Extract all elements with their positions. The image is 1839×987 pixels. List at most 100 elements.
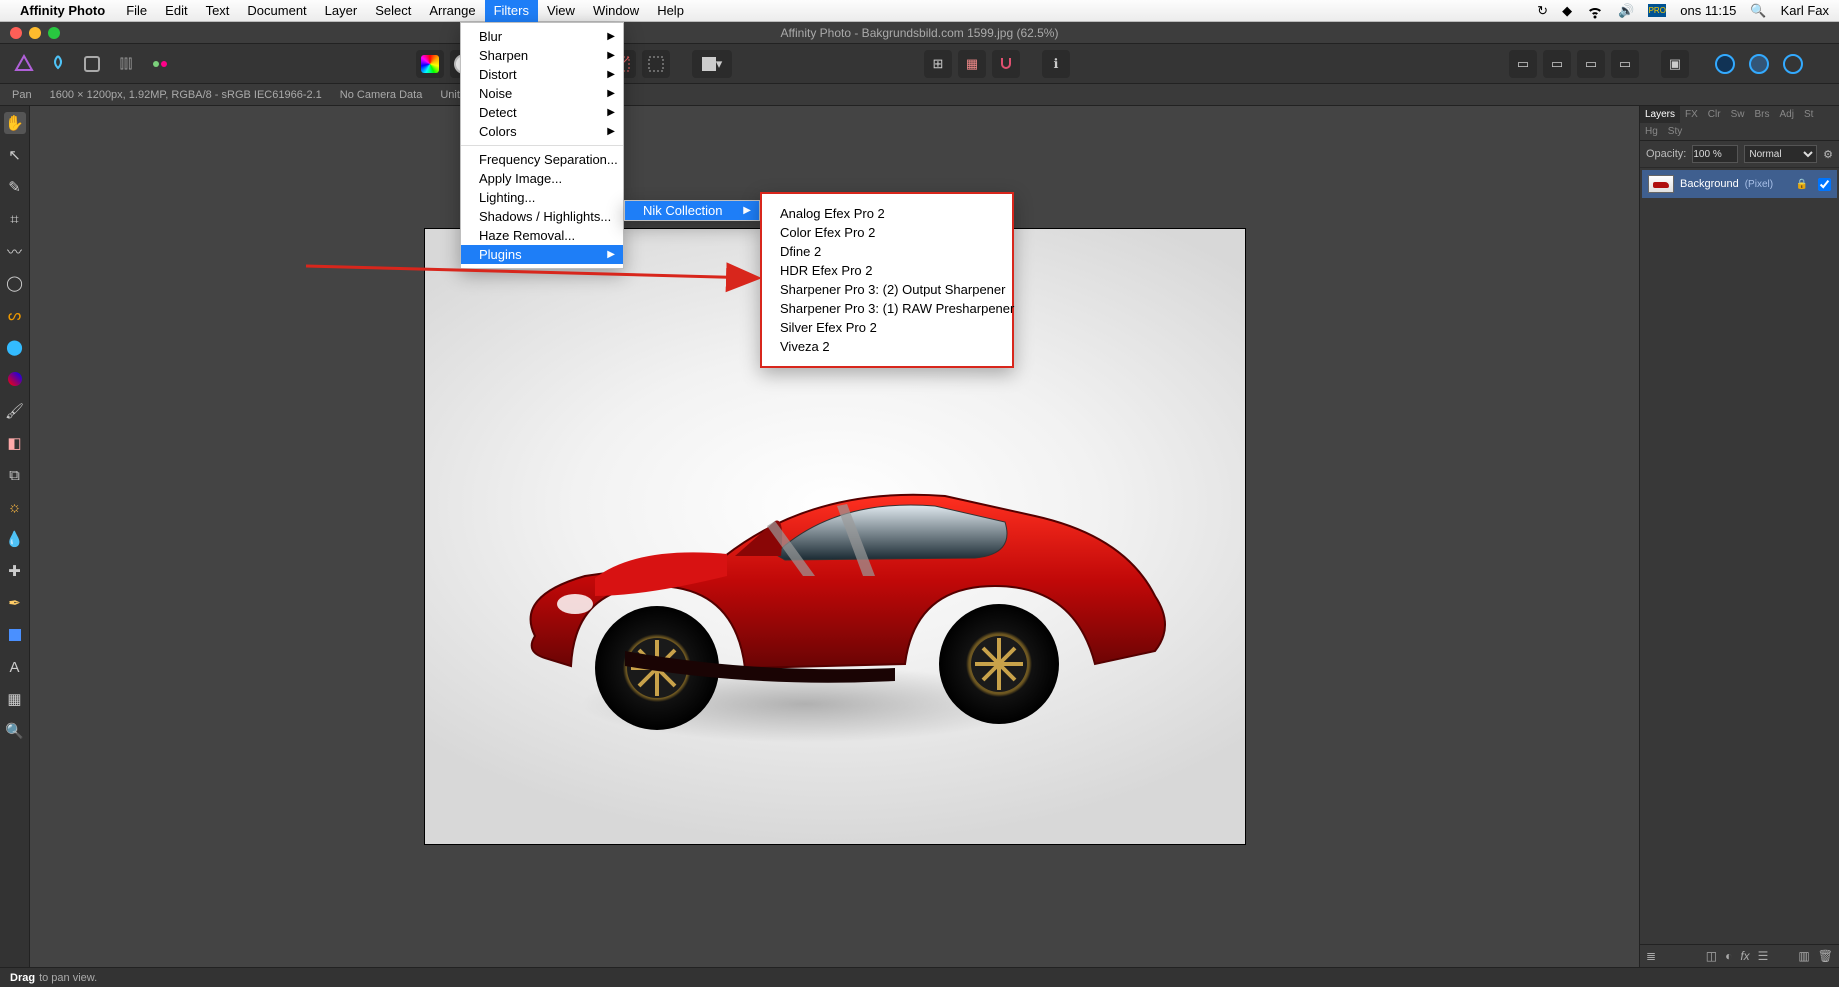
plugins-nik[interactable]: Nik Collection▶ <box>625 201 759 220</box>
zoom-window-button[interactable] <box>48 27 60 39</box>
clock-text[interactable]: ons 11:15 <box>1680 3 1736 18</box>
menu-document[interactable]: Document <box>238 0 315 22</box>
persona-tone-icon[interactable]: ⫿⫿⫿ <box>112 50 140 78</box>
studio-toggle-3-icon[interactable] <box>1779 50 1807 78</box>
heal-tool-icon[interactable]: ✚ <box>4 560 26 582</box>
filters-colors[interactable]: Colors▶ <box>461 122 623 141</box>
layer-group-icon[interactable]: ≣ <box>1646 949 1656 963</box>
menu-edit[interactable]: Edit <box>156 0 196 22</box>
delete-layer-icon[interactable]: 🗑 <box>1818 949 1833 963</box>
tab-adj[interactable]: Adj <box>1774 106 1798 123</box>
tab-sw[interactable]: Sw <box>1726 106 1750 123</box>
flag-icon[interactable]: PRO <box>1648 4 1666 17</box>
filters-sharpen[interactable]: Sharpen▶ <box>461 46 623 65</box>
filters-distort[interactable]: Distort▶ <box>461 65 623 84</box>
lock-icon[interactable]: 🔒 <box>1796 179 1808 190</box>
add-fx-icon[interactable]: fx <box>1740 949 1749 963</box>
menu-window[interactable]: Window <box>584 0 648 22</box>
menu-text[interactable]: Text <box>197 0 239 22</box>
spotlight-icon[interactable]: 🔍 <box>1750 3 1766 19</box>
rectangle-tool-icon[interactable] <box>4 624 26 646</box>
studio-toggle-1-icon[interactable] <box>1711 50 1739 78</box>
layer-opts-icon[interactable]: ☰ <box>1758 949 1769 963</box>
menu-layer[interactable]: Layer <box>316 0 367 22</box>
autolevels-button[interactable] <box>416 50 444 78</box>
menu-help[interactable]: Help <box>648 0 693 22</box>
tab-st[interactable]: St <box>1799 106 1818 123</box>
filters-shadows[interactable]: Shadows / Highlights... <box>461 207 623 226</box>
nik-sharp-out[interactable]: Sharpener Pro 3: (2) Output Sharpener <box>762 280 1012 299</box>
quickmask-button[interactable]: ▾ <box>692 50 732 78</box>
nik-dfine[interactable]: Dfine 2 <box>762 242 1012 261</box>
smudge-tool-icon[interactable]: 💧 <box>4 528 26 550</box>
layer-row[interactable]: Background (Pixel) 🔒 <box>1642 170 1837 198</box>
user-name[interactable]: Karl Fax <box>1781 3 1829 18</box>
close-window-button[interactable] <box>10 27 22 39</box>
filters-haze[interactable]: Haze Removal... <box>461 226 623 245</box>
add-adjust-icon[interactable]: ◐ <box>1725 949 1732 963</box>
clone-tool-icon[interactable]: ⧉ <box>4 464 26 486</box>
app-menu[interactable]: Affinity Photo <box>20 3 105 18</box>
filters-detect[interactable]: Detect▶ <box>461 103 623 122</box>
menu-file[interactable]: File <box>117 0 156 22</box>
mesh-tool-icon[interactable]: ▦ <box>4 688 26 710</box>
filters-applyimg[interactable]: Apply Image... <box>461 169 623 188</box>
text-tool-icon[interactable]: A <box>4 656 26 678</box>
arrange-forward-icon[interactable]: ▭ <box>1577 50 1605 78</box>
erase-tool-icon[interactable]: ◧ <box>4 432 26 454</box>
flood-tool-icon[interactable]: ⬤ <box>4 336 26 358</box>
tab-clr[interactable]: Clr <box>1703 106 1726 123</box>
persona-export-icon[interactable] <box>146 50 174 78</box>
tab-brs[interactable]: Brs <box>1749 106 1774 123</box>
window-controls[interactable] <box>0 27 60 39</box>
move-tool-icon[interactable]: ↖ <box>4 144 26 166</box>
selectionbrush-tool-icon[interactable]: 〰 <box>4 240 26 262</box>
opacity-field[interactable] <box>1692 145 1738 163</box>
hand-tool-icon[interactable]: ✋ <box>4 112 26 134</box>
dodge-tool-icon[interactable]: ☼ <box>4 496 26 518</box>
pen-tool-icon[interactable]: ✒ <box>4 592 26 614</box>
freehand-tool-icon[interactable]: ᔕ <box>4 304 26 326</box>
studio-toggle-2-icon[interactable] <box>1745 50 1773 78</box>
filters-plugins[interactable]: Plugins▶ <box>461 245 623 264</box>
nik-colorefex[interactable]: Color Efex Pro 2 <box>762 223 1012 242</box>
gradient-tool-icon[interactable] <box>4 368 26 390</box>
marquee-tool-icon[interactable]: ◯ <box>4 272 26 294</box>
nik-viveza[interactable]: Viveza 2 <box>762 337 1012 356</box>
snap-icon[interactable]: ▦ <box>958 50 986 78</box>
persona-liquify-icon[interactable] <box>44 50 72 78</box>
tab-sty[interactable]: Sty <box>1663 123 1687 140</box>
arrange-front-icon[interactable]: ▭ <box>1611 50 1639 78</box>
filters-noise[interactable]: Noise▶ <box>461 84 623 103</box>
blendmode-select[interactable]: Normal <box>1744 145 1817 163</box>
filters-lighting[interactable]: Lighting... <box>461 188 623 207</box>
minimize-window-button[interactable] <box>29 27 41 39</box>
wifi-icon[interactable] <box>1586 2 1604 20</box>
nik-sharp-raw[interactable]: Sharpener Pro 3: (1) RAW Presharpener <box>762 299 1012 318</box>
volume-icon[interactable]: 🔊 <box>1618 3 1634 19</box>
nik-hdrefex[interactable]: HDR Efex Pro 2 <box>762 261 1012 280</box>
menu-filters[interactable]: Filters <box>485 0 538 22</box>
dropbox-icon[interactable]: ◆ <box>1562 3 1572 19</box>
crop-tool-icon[interactable]: ⌗ <box>4 208 26 230</box>
tab-fx[interactable]: FX <box>1680 106 1703 123</box>
nik-silver[interactable]: Silver Efex Pro 2 <box>762 318 1012 337</box>
tab-hg[interactable]: Hg <box>1640 123 1663 140</box>
selection-invert-icon[interactable] <box>642 50 670 78</box>
tab-layers[interactable]: Layers <box>1640 106 1680 123</box>
menu-view[interactable]: View <box>538 0 584 22</box>
filters-blur[interactable]: Blur▶ <box>461 27 623 46</box>
add-mask-icon[interactable]: ◫ <box>1706 949 1717 963</box>
target-insert-icon[interactable]: ▣ <box>1661 50 1689 78</box>
zoom-tool-icon[interactable]: 🔍 <box>4 720 26 742</box>
filters-freqsep[interactable]: Frequency Separation... <box>461 150 623 169</box>
persona-develop-icon[interactable] <box>78 50 106 78</box>
paintbrush-tool-icon[interactable]: 🖌 <box>4 400 26 422</box>
colorpicker-tool-icon[interactable]: ✎ <box>4 176 26 198</box>
assistant-icon[interactable]: ℹ <box>1042 50 1070 78</box>
gear-icon[interactable]: ⚙ <box>1823 148 1833 161</box>
grid-icon[interactable]: ⊞ <box>924 50 952 78</box>
menu-arrange[interactable]: Arrange <box>420 0 484 22</box>
persona-photo-icon[interactable] <box>10 50 38 78</box>
arrange-back-icon[interactable]: ▭ <box>1509 50 1537 78</box>
